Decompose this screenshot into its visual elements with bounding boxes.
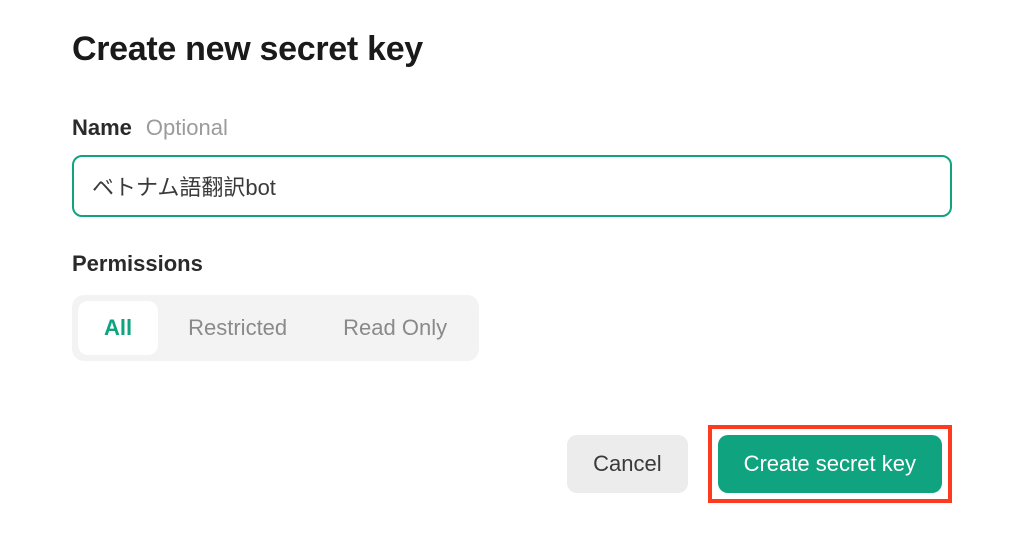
permissions-option-restricted[interactable]: Restricted (162, 301, 313, 355)
permissions-label: Permissions (72, 251, 952, 277)
name-label: Name (72, 115, 132, 141)
dialog-title: Create new secret key (72, 30, 952, 69)
cancel-button[interactable]: Cancel (567, 435, 687, 493)
dialog-actions: Cancel Create secret key (72, 425, 952, 503)
permissions-option-all[interactable]: All (78, 301, 158, 355)
name-label-row: Name Optional (72, 115, 952, 141)
permissions-segmented: All Restricted Read Only (72, 295, 479, 361)
name-optional: Optional (146, 115, 228, 141)
create-highlight: Create secret key (708, 425, 952, 503)
create-secret-key-button[interactable]: Create secret key (718, 435, 942, 493)
permissions-option-readonly[interactable]: Read Only (317, 301, 473, 355)
name-input[interactable] (72, 155, 952, 217)
